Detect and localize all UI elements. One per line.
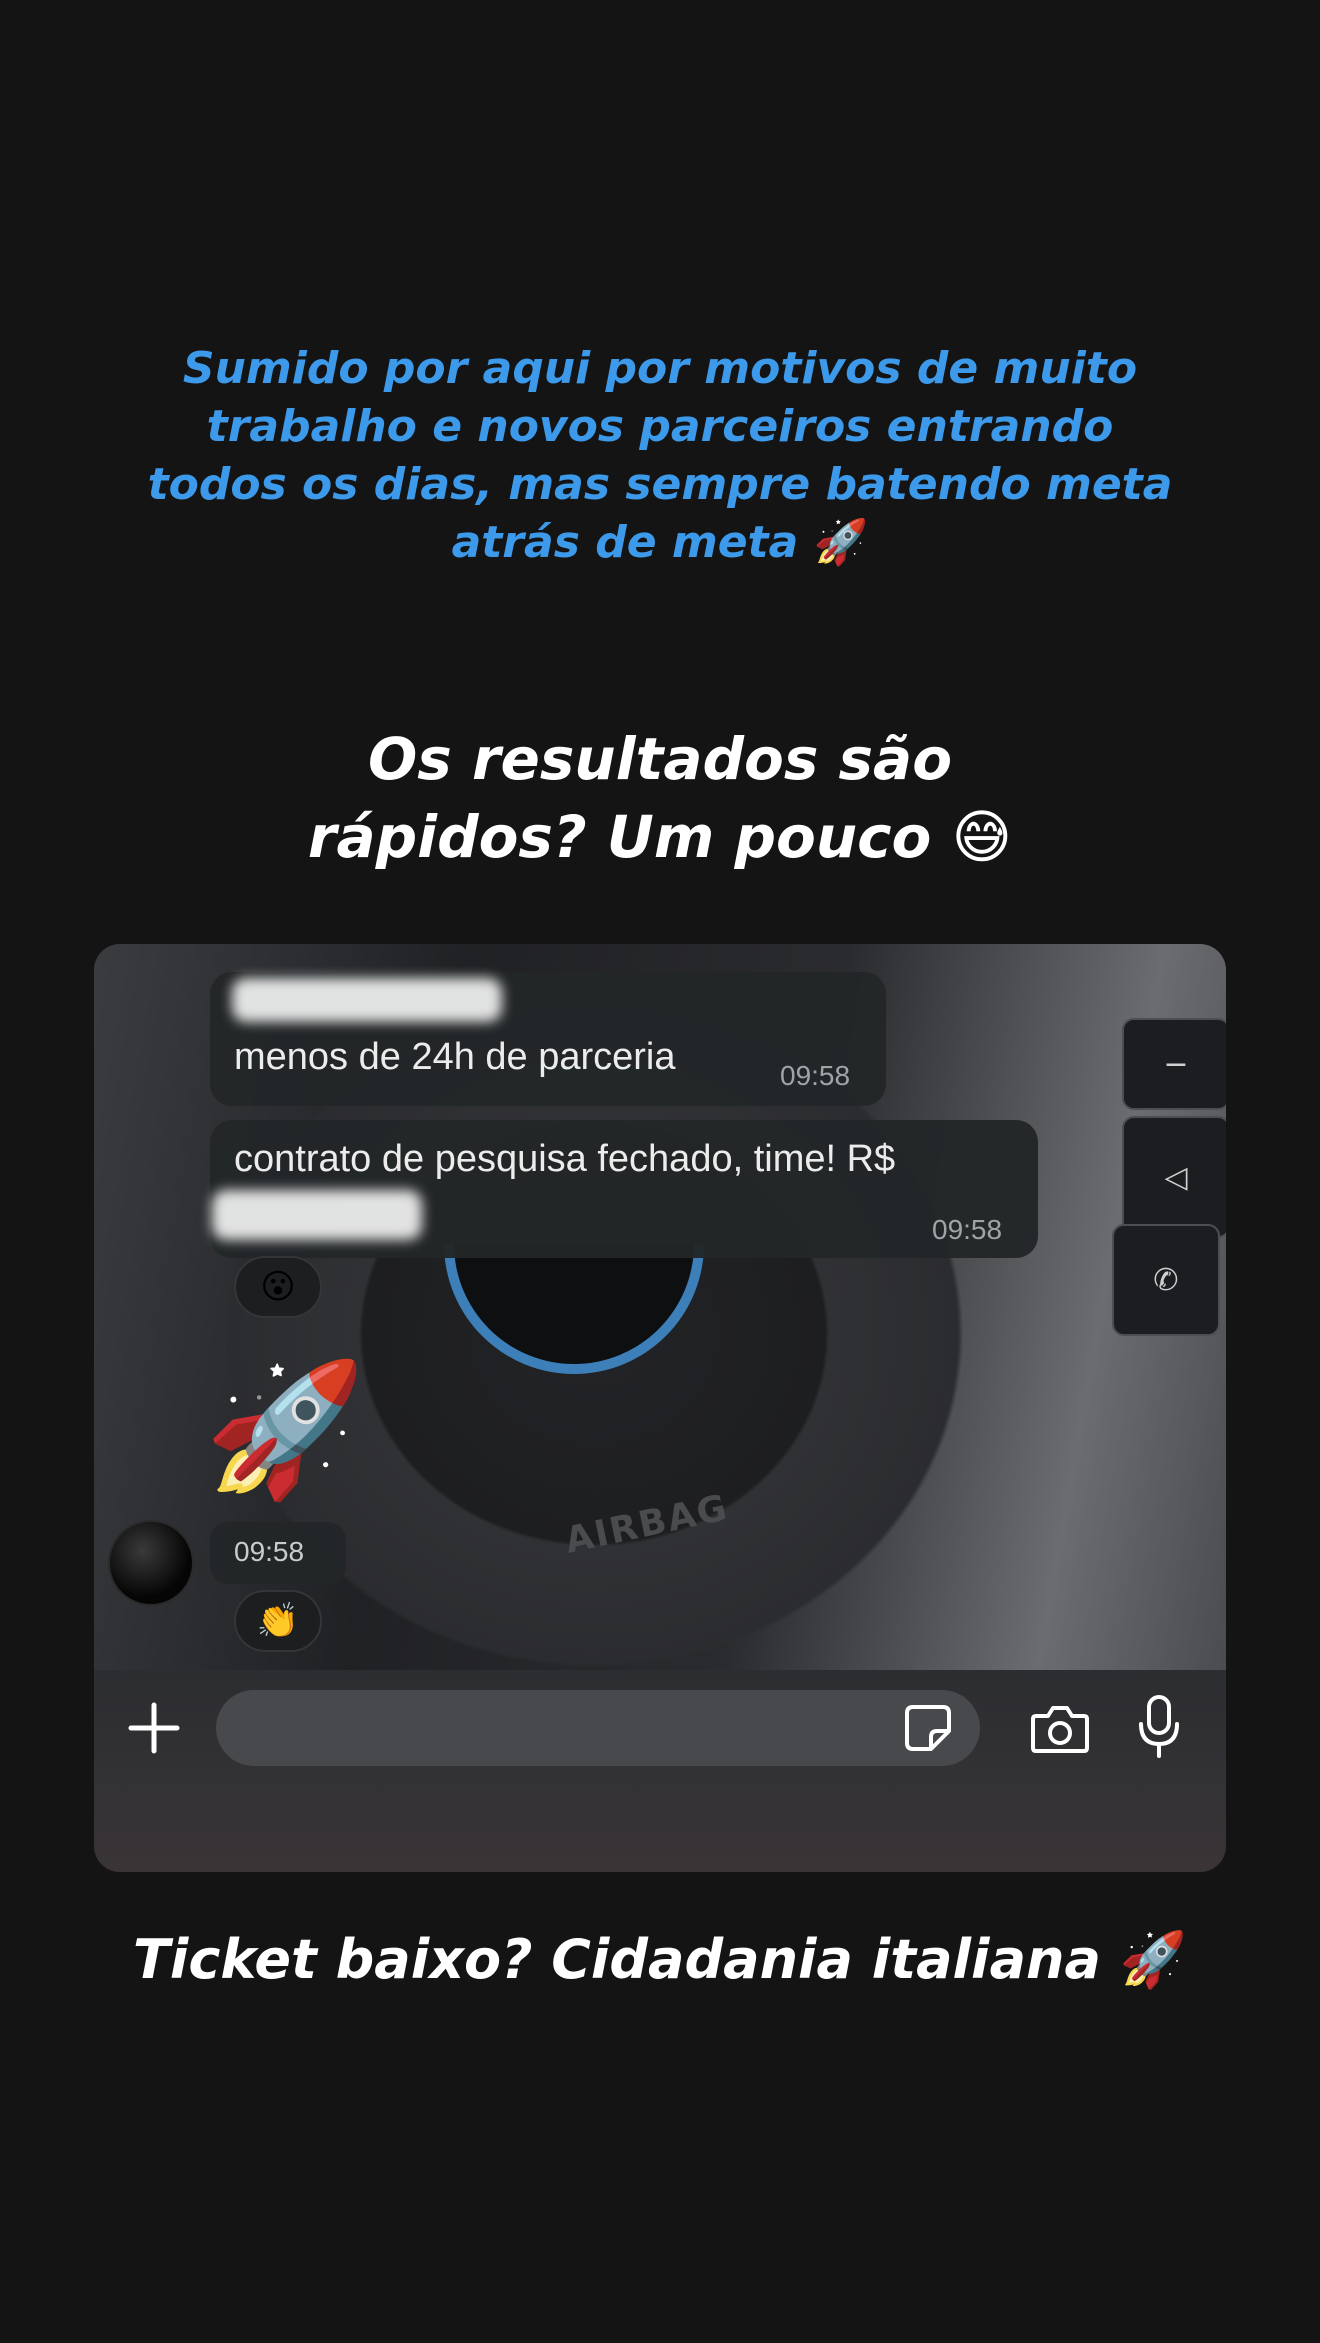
bottom-caption-text: Ticket baixo? Cidadania italiana [133, 1928, 1101, 1991]
intro-text: Sumido por aqui por motivos de muito tra… [147, 343, 1173, 568]
sticker-time-bubble: 09:58 [210, 1522, 346, 1584]
rocket-sticker-icon[interactable]: 🚀 [204, 1354, 366, 1504]
story-intro-text: Sumido por aqui por motivos de muito tra… [0, 340, 1320, 572]
reaction-emoji: 😮 [260, 1267, 296, 1307]
rocket-emoji-icon: 🚀 [813, 517, 869, 568]
airbag-label: AIRBAG [561, 1487, 733, 1562]
sticker-icon[interactable] [900, 1700, 956, 1756]
steering-button-arrow-icon: ◁ [1122, 1116, 1226, 1238]
sweat-smile-emoji-icon: 😅 [951, 803, 1013, 871]
message-text: menos de 24h de parceria [234, 1036, 676, 1078]
reaction-clap-icon[interactable]: 👏 [234, 1590, 322, 1652]
message-input[interactable] [216, 1690, 980, 1766]
reaction-surprised-icon[interactable]: 😮 [234, 1256, 322, 1318]
headline-text: Os resultados são rápidos? Um pouco [307, 725, 953, 871]
redacted-sender-name [232, 978, 502, 1022]
steering-wheel-emblem [444, 1244, 704, 1374]
message-bubble[interactable]: contrato de pesquisa fechado, time! R$ 0… [210, 1120, 1038, 1258]
message-bubble[interactable]: menos de 24h de parceria 09:58 [210, 972, 886, 1106]
rocket-emoji-icon: 🚀 [1119, 1928, 1187, 1991]
message-time: 09:58 [780, 1060, 851, 1091]
message-input-bar [94, 1670, 1226, 1872]
story-headline: Os resultados são rápidos? Um pouco 😅 [0, 720, 1320, 876]
story-bottom-caption: Ticket baixo? Cidadania italiana 🚀 [0, 1925, 1320, 1995]
message-time: 09:58 [932, 1214, 1003, 1245]
avatar[interactable] [108, 1520, 194, 1606]
microphone-icon[interactable] [1134, 1692, 1184, 1762]
reaction-emoji: 👏 [256, 1601, 300, 1641]
message-time: 09:58 [234, 1536, 305, 1567]
chat-screenshot-card: AIRBAG − ◁ ✆ menos de 24h de parceria 09… [94, 944, 1226, 1872]
steering-button-phone-icon: ✆ [1112, 1224, 1220, 1336]
steering-button-minus-icon: − [1122, 1018, 1226, 1110]
redacted-amount [212, 1190, 422, 1240]
plus-icon[interactable] [122, 1696, 186, 1760]
message-text: contrato de pesquisa fechado, time! R$ [234, 1138, 896, 1180]
camera-icon[interactable] [1028, 1698, 1092, 1758]
